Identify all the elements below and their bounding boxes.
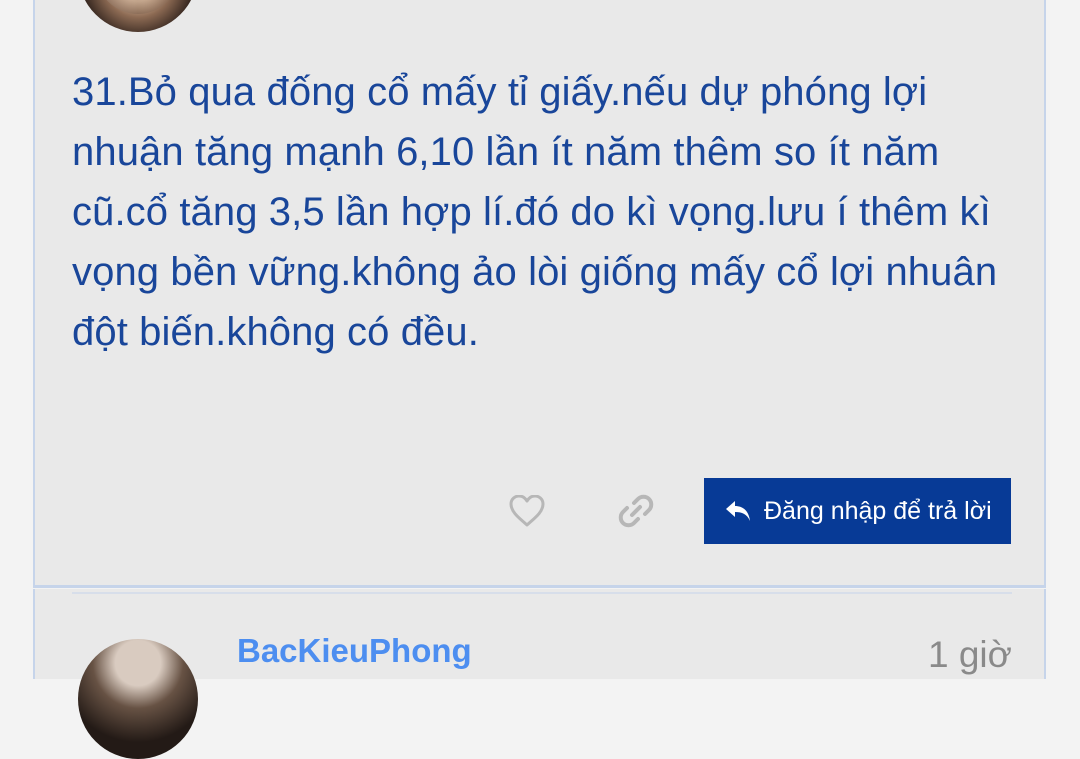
post-content: 31.Bỏ qua đống cổ mấy tỉ giấy.nếu dự phó…: [72, 70, 998, 354]
link-icon: [618, 494, 654, 528]
like-button[interactable]: [508, 492, 546, 530]
next-author-avatar[interactable]: [78, 639, 198, 759]
reply-arrow-icon: [724, 497, 752, 525]
reply-button-label: Đăng nhập để trả lời: [764, 496, 992, 525]
heart-outline-icon: [509, 495, 545, 527]
share-link-button[interactable]: [617, 492, 655, 530]
login-to-reply-button[interactable]: Đăng nhập để trả lời: [704, 478, 1011, 544]
post-actions: Đăng nhập để trả lời: [500, 478, 1012, 544]
next-post-author[interactable]: BacKieuPhong: [237, 632, 472, 670]
post-divider: [72, 592, 1012, 594]
